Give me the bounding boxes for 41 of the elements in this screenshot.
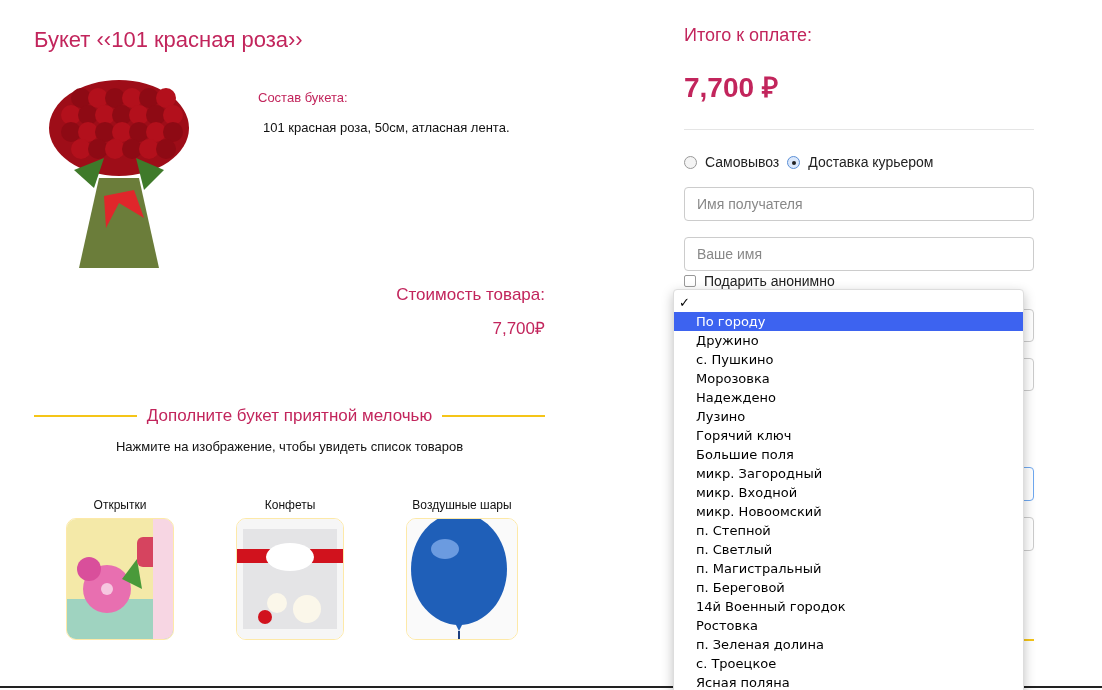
radio-label[interactable]: Самовывоз <box>705 152 780 173</box>
menu-item[interactable]: микр. Загородный <box>674 464 1023 483</box>
category-label[interactable]: Воздушные шары <box>412 496 512 514</box>
menu-item[interactable]: Горячий ключ <box>674 426 1023 445</box>
menu-item[interactable]: п. Светлый <box>674 540 1023 559</box>
extras-heading: Дополните букет приятной мелочью <box>146 405 433 427</box>
menu-item[interactable]: По городу <box>674 312 1023 331</box>
product-title: Букет ‹‹101 красная роза›› <box>34 26 303 54</box>
radio-button[interactable] <box>787 156 801 169</box>
menu-item[interactable]: п. Береговой <box>674 578 1023 597</box>
menu-item[interactable]: п. Степной <box>674 521 1023 540</box>
price-label: Стоимость товара: <box>396 284 545 306</box>
input-field[interactable]: Имя получателя <box>684 187 1034 221</box>
category-label[interactable]: Открытки <box>93 496 147 514</box>
menu-item[interactable]: Морозовка <box>674 369 1023 388</box>
radio-label[interactable]: Доставка курьером <box>808 152 934 173</box>
anonymous-label[interactable]: Подарить анонимно <box>704 273 835 289</box>
composition-label: Состав букета: <box>258 89 348 107</box>
menu-item[interactable]: Лузино <box>674 407 1023 426</box>
total-label: Итого к оплате: <box>684 24 812 47</box>
extras-hint: Нажмите на изображение, чтобы увидеть список товаров <box>115 437 464 456</box>
menu-item[interactable]: Большие поля <box>674 445 1023 464</box>
menu-item[interactable]: с. Пушкино <box>674 350 1023 369</box>
menu-item[interactable]: микр. Новоомский <box>674 502 1023 521</box>
composition-text: 101 красная роза, 50см, атласная лента. <box>263 118 510 137</box>
check-mark: ✓ <box>679 294 690 312</box>
menu-item[interactable]: Надеждено <box>674 388 1023 407</box>
menu-item[interactable]: Ростовка <box>674 616 1023 635</box>
menu-item[interactable]: микр. Входной <box>674 483 1023 502</box>
menu-item[interactable]: Дружино <box>674 331 1023 350</box>
total-value: 7,700 ₽ <box>684 71 778 105</box>
menu-item[interactable]: п. Магистральный <box>674 559 1023 578</box>
menu-item[interactable]: Ясная поляна <box>674 673 1023 690</box>
menu-item[interactable]: 14й Военный городок <box>674 597 1023 616</box>
radio-button[interactable] <box>684 156 697 169</box>
menu-item[interactable]: п. Зеленая долина <box>674 635 1023 654</box>
checkbox[interactable] <box>684 275 696 287</box>
menu-item[interactable]: с. Троецкое <box>674 654 1023 673</box>
input-field[interactable]: Ваше имя <box>684 237 1034 271</box>
category-label[interactable]: Конфеты <box>264 496 316 514</box>
price-value: 7,700₽ <box>492 317 545 340</box>
